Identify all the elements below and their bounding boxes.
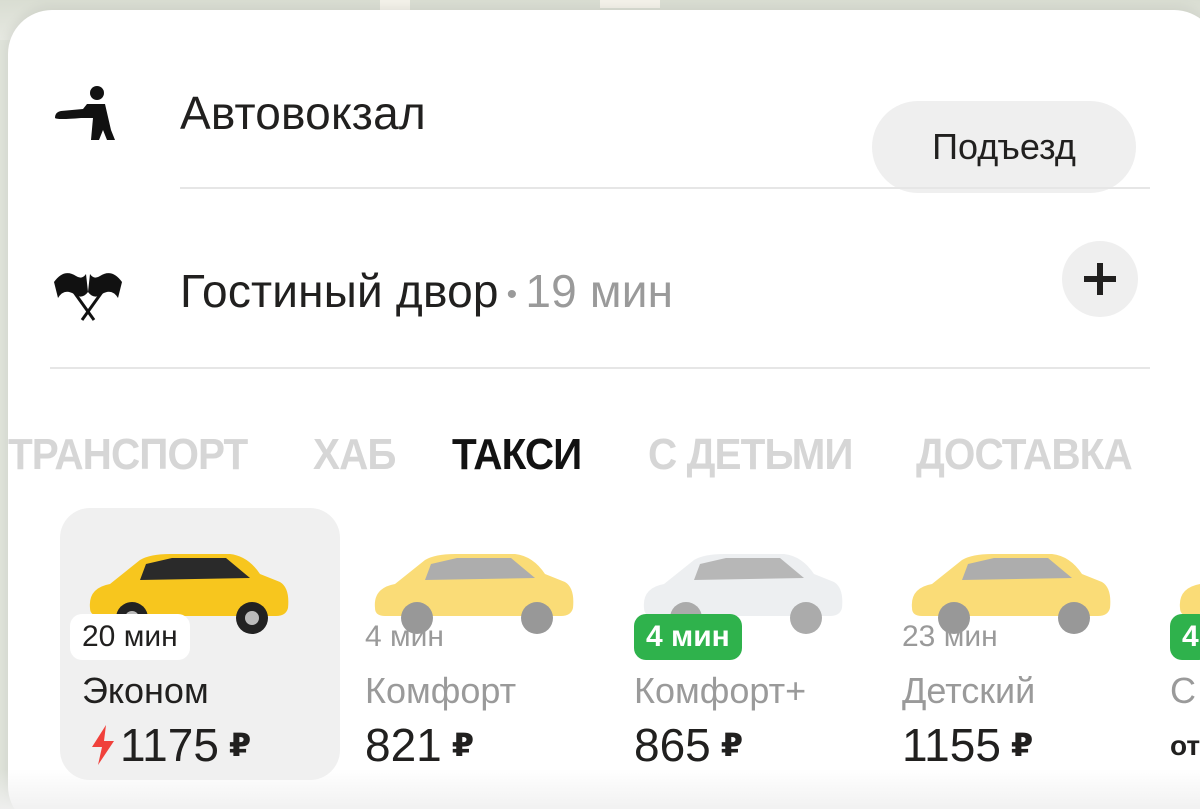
trip-duration: 19 мин <box>525 265 674 317</box>
add-stop-button[interactable] <box>1062 241 1138 317</box>
tab-kids[interactable]: С ДЕТЬМИ <box>648 430 854 480</box>
finish-flags-icon <box>48 262 128 322</box>
tab-transport[interactable]: ТРАНСПОРТ <box>8 430 248 480</box>
currency-sign: ₽ <box>720 727 744 763</box>
eta-badge: 23 мин <box>902 620 998 653</box>
plus-icon <box>1084 263 1116 295</box>
price-value: 1155 <box>902 719 1001 771</box>
pickup-address: Автовокзал <box>180 87 426 139</box>
currency-sign: ₽ <box>451 727 475 763</box>
pickup-person-icon <box>48 82 128 142</box>
tariff-price: от <box>1170 730 1200 762</box>
tariff-card-partial[interactable]: 4 С от <box>1150 508 1200 780</box>
price-value: 821 <box>365 719 442 771</box>
price-value: от <box>1170 730 1200 761</box>
eta-badge: 4 <box>1170 614 1200 660</box>
tariff-price: 1155 ₽ <box>902 718 1033 772</box>
destination-text: Гостиный двор • 19 мин <box>180 264 673 318</box>
price-value: 865 <box>634 719 711 771</box>
tariff-name: Детский <box>902 670 1036 711</box>
tariff-name: С <box>1170 670 1196 711</box>
bottom-fade <box>0 769 1200 809</box>
tariff-carousel[interactable]: 20 мин Эконом 1175 ₽ 4 мин Комфорт 821 ₽ 4… <box>0 508 1200 808</box>
divider <box>180 187 1150 189</box>
pickup-row[interactable]: Автовокзал Подъезд <box>8 58 1200 193</box>
tariff-name: Комфорт+ <box>634 670 807 711</box>
eta-separator: • <box>506 277 518 311</box>
tariff-card-comfort[interactable]: 4 мин Комфорт 821 ₽ <box>345 508 625 780</box>
currency-sign: ₽ <box>1010 727 1034 763</box>
eta-badge: 4 мин <box>634 614 742 660</box>
mode-tabs: ТРАНСПОРТ ХАБ ТАКСИ С ДЕТЬМИ ДОСТАВКА <box>8 430 1200 510</box>
entrance-button[interactable]: Подъезд <box>872 101 1136 193</box>
tariff-name: Комфорт <box>365 670 517 711</box>
tariff-price: 821 ₽ <box>365 718 474 772</box>
tab-taxi[interactable]: ТАКСИ <box>452 430 582 480</box>
tariff-name: Эконом <box>82 670 209 711</box>
tab-delivery[interactable]: ДОСТАВКА <box>916 430 1133 480</box>
destination-address: Гостиный двор <box>180 265 499 317</box>
destination-row[interactable]: Гостиный двор • 19 мин <box>8 238 1200 346</box>
surge-bolt-icon <box>92 725 114 765</box>
tariff-card-kids[interactable]: 23 мин Детский 1155 ₽ <box>882 508 1162 780</box>
tariff-price: 865 ₽ <box>634 718 743 772</box>
tab-hub[interactable]: ХАБ <box>313 430 396 480</box>
eta-badge: 4 мин <box>365 620 444 653</box>
tariff-price: 1175 ₽ <box>90 718 251 772</box>
tariff-card-comfort-plus[interactable]: 4 мин Комфорт+ 865 ₽ <box>614 508 894 780</box>
tariff-card-econom[interactable]: 20 мин Эконом 1175 ₽ <box>60 508 340 780</box>
eta-badge: 20 мин <box>70 614 190 660</box>
price-value: 1175 <box>120 719 219 771</box>
divider <box>50 367 1150 369</box>
currency-sign: ₽ <box>228 727 252 763</box>
